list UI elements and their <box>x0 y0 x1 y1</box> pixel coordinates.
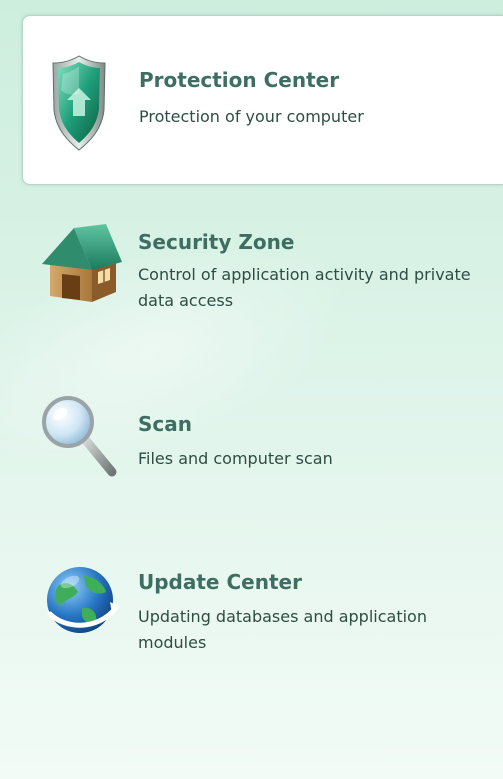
nav-item-title: Scan <box>138 412 192 436</box>
nav-item-title: Security Zone <box>138 230 295 254</box>
nav-item-protection-center[interactable]: Protection Center Protection of your com… <box>22 15 503 185</box>
nav-item-description: Control of application activity and priv… <box>138 265 471 310</box>
nav-item-description: Updating databases and application modul… <box>138 607 427 652</box>
shield-icon <box>51 54 107 156</box>
globe-icon <box>44 562 120 642</box>
nav-item-description: Protection of your computer <box>139 107 364 126</box>
magnifier-icon <box>40 394 120 482</box>
nav-item-title: Protection Center <box>139 68 340 92</box>
nav-item-title: Update Center <box>138 570 302 594</box>
nav-item-update-center[interactable]: Update Center Updating databases and app… <box>22 560 503 670</box>
nav-item-scan[interactable]: Scan Files and computer scan <box>22 390 503 490</box>
nav-item-security-zone[interactable]: Security Zone Control of application act… <box>22 210 503 340</box>
house-icon <box>40 222 124 308</box>
nav-item-description: Files and computer scan <box>138 449 333 468</box>
